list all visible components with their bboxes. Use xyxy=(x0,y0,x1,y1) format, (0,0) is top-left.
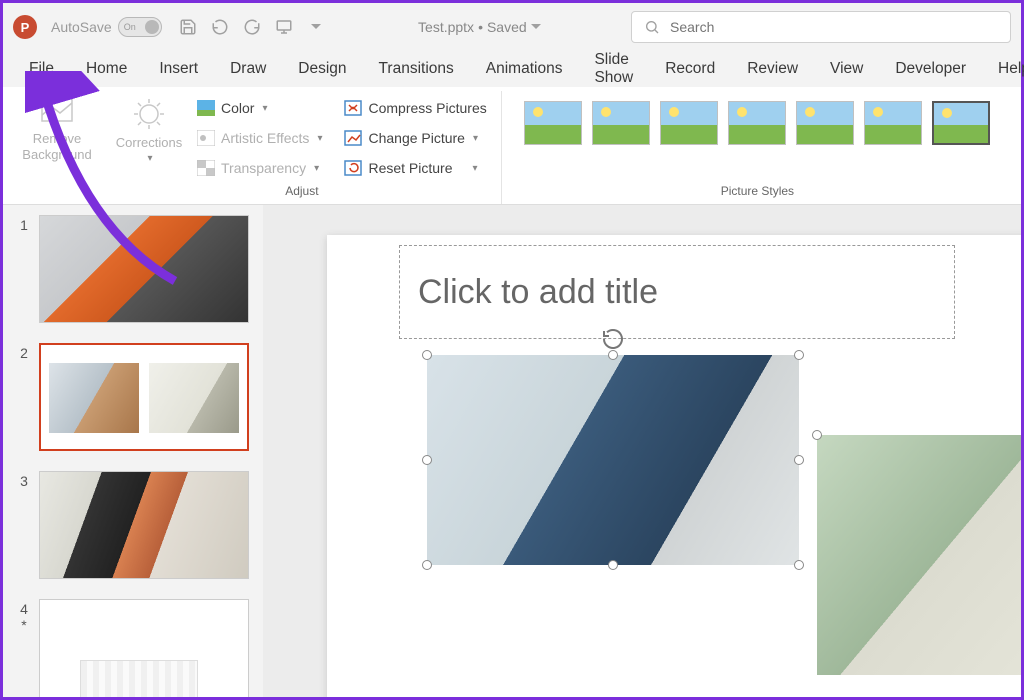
tab-insert[interactable]: Insert xyxy=(145,54,212,84)
workspace: 1 2 3 4* Click to add title xyxy=(3,205,1021,697)
tab-design[interactable]: Design xyxy=(284,54,360,84)
slide-canvas-area[interactable]: Click to add title xyxy=(263,205,1021,697)
tab-help[interactable]: Help xyxy=(984,54,1024,84)
document-title-area[interactable]: Test.pptx • Saved xyxy=(328,19,631,35)
selected-image[interactable] xyxy=(427,355,799,565)
picture-style-option[interactable] xyxy=(660,101,718,145)
reset-picture-button[interactable]: Reset Picture▾ xyxy=(338,155,492,181)
slide-number: 2 xyxy=(17,343,31,451)
ribbon-group-picture-styles: Picture Styles xyxy=(502,91,1013,204)
tab-animations[interactable]: Animations xyxy=(472,54,577,84)
slide-thumbnail[interactable] xyxy=(39,343,249,451)
tab-home[interactable]: Home xyxy=(72,54,141,84)
color-button[interactable]: Color▾ xyxy=(191,95,328,121)
chevron-down-icon xyxy=(531,22,541,32)
resize-handle[interactable] xyxy=(794,455,804,465)
tab-file[interactable]: File xyxy=(15,54,68,84)
slide-canvas[interactable]: Click to add title xyxy=(327,235,1021,697)
resize-handle[interactable] xyxy=(422,560,432,570)
slide-number: 1 xyxy=(17,215,31,323)
change-picture-button[interactable]: Change Picture▾ xyxy=(338,125,492,151)
toggle-knob xyxy=(145,20,159,34)
resize-handle[interactable] xyxy=(608,350,618,360)
slide-thumbnail[interactable] xyxy=(39,599,249,697)
resize-handle[interactable] xyxy=(422,350,432,360)
picture-style-option[interactable] xyxy=(728,101,786,145)
picture-style-option[interactable] xyxy=(524,101,582,145)
picture-style-option[interactable] xyxy=(592,101,650,145)
tab-slideshow[interactable]: Slide Show xyxy=(580,45,647,93)
slide-number: 3 xyxy=(17,471,31,579)
picture-style-option[interactable] xyxy=(932,101,990,145)
resize-handle[interactable] xyxy=(794,560,804,570)
autosave-toggle[interactable]: On xyxy=(118,17,162,37)
tab-record[interactable]: Record xyxy=(651,54,729,84)
picture-styles-gallery[interactable] xyxy=(512,93,1002,145)
ribbon-group-adjust: Corrections ▾ Color▾ Artistic Effects▾ T… xyxy=(103,91,502,204)
slide-thumbnail[interactable] xyxy=(39,215,249,323)
title-placeholder[interactable]: Click to add title xyxy=(399,245,955,339)
save-status: Saved xyxy=(487,19,527,35)
document-name: Test.pptx xyxy=(418,19,474,35)
autosave-label: AutoSave xyxy=(51,19,112,35)
ribbon-group-label: Adjust xyxy=(285,182,318,202)
resize-handle[interactable] xyxy=(422,455,432,465)
undo-icon[interactable] xyxy=(208,15,232,39)
redo-icon[interactable] xyxy=(240,15,264,39)
slide-number: 4* xyxy=(17,599,31,697)
qat-more-icon[interactable] xyxy=(304,15,328,39)
slide-thumbnail-row[interactable]: 4* xyxy=(17,599,249,697)
ribbon-group-background: Remove Background xyxy=(11,91,103,204)
picture-style-option[interactable] xyxy=(864,101,922,145)
resize-handle[interactable] xyxy=(794,350,804,360)
compress-pictures-button[interactable]: Compress Pictures xyxy=(338,95,492,121)
app-icon: P xyxy=(13,15,37,39)
picture-style-option[interactable] xyxy=(796,101,854,145)
ribbon: Remove Background Corrections ▾ Color▾ A… xyxy=(3,87,1021,205)
resize-handle[interactable] xyxy=(812,430,822,440)
chevron-down-icon: ▾ xyxy=(147,153,152,165)
artistic-effects-button[interactable]: Artistic Effects▾ xyxy=(191,125,328,151)
quick-access-toolbar xyxy=(176,15,328,39)
present-icon[interactable] xyxy=(272,15,296,39)
save-icon[interactable] xyxy=(176,15,200,39)
search-input[interactable] xyxy=(670,19,998,35)
transparency-button[interactable]: Transparency▾ xyxy=(191,155,328,181)
slide-thumbnail-row[interactable]: 2 xyxy=(17,343,249,451)
slide-thumbnail-panel[interactable]: 1 2 3 4* xyxy=(3,205,263,697)
slide-thumbnail[interactable] xyxy=(39,471,249,579)
search-box[interactable] xyxy=(631,11,1011,43)
secondary-image[interactable] xyxy=(817,435,1021,675)
slide-thumbnail-row[interactable]: 3 xyxy=(17,471,249,579)
ribbon-tabs: File Home Insert Draw Design Transitions… xyxy=(3,51,1021,87)
rotate-handle-icon[interactable] xyxy=(601,327,625,351)
tab-transitions[interactable]: Transitions xyxy=(365,54,468,84)
tab-view[interactable]: View xyxy=(816,54,877,84)
tab-draw[interactable]: Draw xyxy=(216,54,280,84)
search-icon xyxy=(644,19,660,35)
title-bar: P AutoSave On Test.pptx • Saved xyxy=(3,3,1021,51)
remove-background-button[interactable]: Remove Background xyxy=(19,93,95,162)
ribbon-group-label: Picture Styles xyxy=(721,182,794,202)
slide-thumbnail-row[interactable]: 1 xyxy=(17,215,249,323)
corrections-button[interactable]: Corrections ▾ xyxy=(111,93,187,165)
resize-handle[interactable] xyxy=(608,560,618,570)
tab-review[interactable]: Review xyxy=(733,54,812,84)
tab-developer[interactable]: Developer xyxy=(881,54,980,84)
